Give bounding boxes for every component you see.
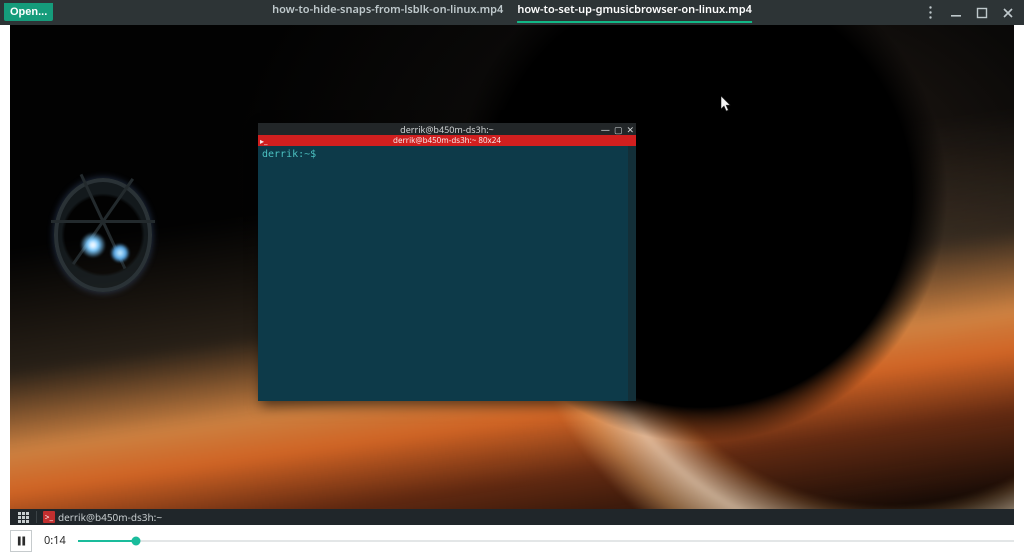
taskbar-item-label: derrik@b450m-ds3h:~ bbox=[58, 510, 162, 524]
space-station-graphic bbox=[38, 160, 168, 310]
terminal-tab-icon: ▸_ bbox=[260, 136, 268, 147]
terminal-app-icon: >_ bbox=[43, 511, 55, 523]
terminal-prompt: derrik:~$ bbox=[258, 146, 628, 401]
desktop-taskbar: >_ derrik@b450m-ds3h:~ bbox=[10, 509, 1014, 525]
terminal-body[interactable]: derrik:~$ bbox=[258, 146, 636, 401]
terminal-scrollbar[interactable] bbox=[628, 146, 636, 401]
video-viewport[interactable]: derrik@b450m-ds3h:~ — ▢ ✕ ▸_ derrik@b450… bbox=[10, 25, 1014, 525]
seek-bar[interactable] bbox=[78, 534, 1014, 548]
pause-button[interactable] bbox=[10, 530, 32, 552]
minimize-icon[interactable] bbox=[948, 5, 964, 21]
terminal-title-text: derrik@b450m-ds3h:~ bbox=[400, 123, 494, 136]
file-tabs: how-to-hide-snaps-from-lsblk-on-linux.mp… bbox=[272, 0, 752, 25]
pause-icon bbox=[17, 536, 26, 546]
kebab-menu-icon[interactable] bbox=[922, 5, 938, 21]
taskbar-divider bbox=[36, 511, 37, 523]
app-header: Open... how-to-hide-snaps-from-lsblk-on-… bbox=[0, 0, 1024, 25]
seek-thumb[interactable] bbox=[131, 536, 140, 545]
maximize-icon[interactable] bbox=[974, 5, 990, 21]
tab-file-1[interactable]: how-to-set-up-gmusicbrowser-on-linux.mp4 bbox=[517, 2, 752, 23]
terminal-titlebar[interactable]: derrik@b450m-ds3h:~ — ▢ ✕ bbox=[258, 123, 636, 135]
player-controls: 0:14 bbox=[0, 525, 1024, 556]
tab-file-0[interactable]: how-to-hide-snaps-from-lsblk-on-linux.mp… bbox=[272, 2, 503, 23]
terminal-tab-label[interactable]: derrik@b450m-ds3h:~ 80x24 bbox=[393, 135, 501, 146]
close-icon[interactable] bbox=[1000, 5, 1016, 21]
seek-fill bbox=[78, 540, 136, 542]
window-controls bbox=[914, 0, 1024, 25]
app-grid-icon[interactable] bbox=[16, 510, 30, 524]
terminal-window: derrik@b450m-ds3h:~ — ▢ ✕ ▸_ derrik@b450… bbox=[258, 123, 636, 401]
open-button[interactable]: Open... bbox=[4, 3, 53, 21]
terminal-tab-bar: ▸_ derrik@b450m-ds3h:~ 80x24 bbox=[258, 135, 636, 146]
seek-track bbox=[78, 540, 1014, 542]
taskbar-item-terminal[interactable]: >_ derrik@b450m-ds3h:~ bbox=[43, 510, 162, 524]
current-time: 0:14 bbox=[44, 533, 66, 548]
